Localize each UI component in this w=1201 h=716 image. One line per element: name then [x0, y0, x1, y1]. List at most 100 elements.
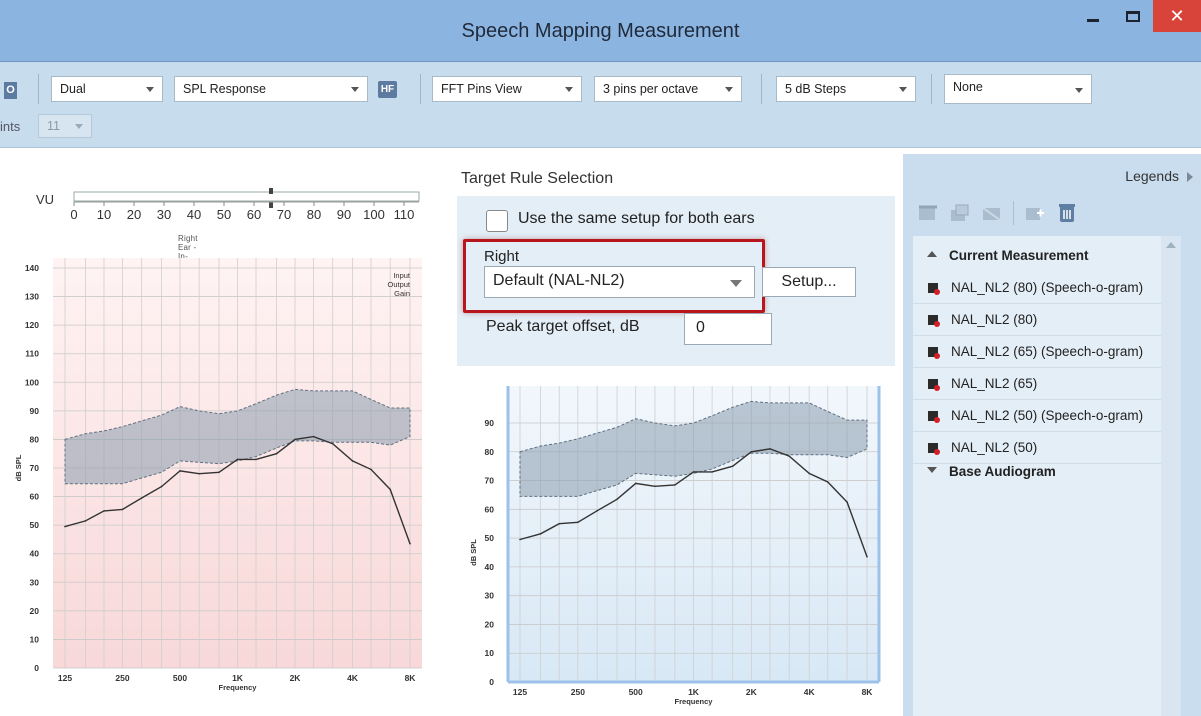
toolbar: O Dual SPL Response HF FFT Pins View 3 p… — [0, 62, 1201, 148]
chevron-down-icon — [351, 87, 359, 92]
vu-tick-label: 0 — [70, 207, 77, 222]
legend-item[interactable]: NAL_NL2 (65) (Speech-o-gram) — [913, 336, 1161, 368]
chart-legend-label: Input — [393, 271, 411, 280]
scroll-up-icon[interactable] — [1166, 242, 1176, 248]
y-tick-label: 50 — [30, 520, 40, 530]
mode-select[interactable]: Dual — [51, 76, 163, 102]
offset-label: Peak target offset, dB — [486, 318, 640, 335]
x-tick-label: 500 — [629, 687, 643, 697]
y-tick-label: 90 — [485, 418, 495, 428]
y-tick-label: 80 — [485, 447, 495, 457]
vu-scale: 0 10 20 30 40 50 60 70 80 90 100 110 — [70, 188, 420, 222]
response-select[interactable]: SPL Response — [174, 76, 368, 102]
legend-item[interactable]: NAL_NL2 (80) — [913, 304, 1161, 336]
output-point — [103, 510, 105, 512]
output-point — [351, 460, 354, 462]
pins-select[interactable]: 3 pins per octave — [594, 76, 742, 102]
legend-item-label: NAL_NL2 (80) — [951, 312, 1038, 327]
chart-legend-label: Gain — [394, 289, 410, 298]
measurement-icon — [927, 410, 941, 427]
output-point — [331, 442, 334, 445]
y-tick-label: 90 — [30, 406, 40, 416]
y-tick-label: 50 — [485, 533, 495, 543]
import-icon[interactable] — [1024, 202, 1046, 224]
y-tick-label: 140 — [25, 263, 39, 273]
maximize-button[interactable] — [1115, 0, 1151, 32]
output-point — [808, 472, 810, 475]
toolbar-divider — [420, 74, 421, 104]
offset-input[interactable]: 0 — [684, 313, 772, 345]
x-tick-label: 250 — [115, 673, 129, 683]
legend-toolbar-divider — [1013, 201, 1014, 225]
layer-alt-icon[interactable] — [981, 202, 1003, 224]
target-rule-select[interactable]: Default (NAL-NL2) — [484, 266, 755, 298]
y-tick-label: 10 — [30, 634, 40, 644]
chevron-right-icon[interactable] — [1187, 172, 1193, 182]
vu-label: VU — [36, 192, 55, 207]
group-base-audiogram[interactable]: Base Audiogram — [927, 464, 1056, 479]
output-point — [160, 485, 163, 488]
measurement-icon — [927, 282, 941, 299]
legend-item[interactable]: NAL_NL2 (50) — [913, 432, 1161, 464]
output-point — [711, 471, 713, 473]
output-point — [827, 481, 829, 483]
legends-title[interactable]: Legends — [1125, 168, 1179, 184]
y-tick-label: 60 — [485, 504, 495, 514]
extra-select[interactable]: None — [944, 74, 1092, 104]
y-tick-label: 0 — [489, 677, 494, 687]
y-axis-label: dB SPL — [469, 539, 478, 566]
view-select[interactable]: FFT Pins View — [432, 76, 582, 102]
legend-item[interactable]: NAL_NL2 (65) — [913, 368, 1161, 400]
same-setup-checkbox[interactable] — [486, 210, 508, 232]
window-title: Speech Mapping Measurement — [461, 20, 740, 42]
output-point — [64, 525, 66, 528]
maximize-icon — [1126, 10, 1140, 22]
output-point — [654, 485, 656, 488]
measurement-icon — [927, 378, 941, 395]
y-tick-label: 70 — [30, 463, 40, 473]
hf-badge-icon[interactable]: HF — [378, 81, 397, 98]
toolbar-divider — [38, 74, 39, 104]
output-point — [312, 435, 315, 438]
chevron-down-icon — [899, 87, 907, 92]
layer-add-icon[interactable] — [949, 202, 971, 224]
output-point — [255, 458, 257, 461]
legend-item[interactable]: NAL_NL2 (80) (Speech-o-gram) — [913, 272, 1161, 304]
minimize-button[interactable] — [1075, 0, 1111, 32]
same-setup-label[interactable]: Use the same setup for both ears — [518, 210, 755, 228]
output-point — [179, 470, 181, 472]
points-select[interactable]: 11 — [38, 114, 92, 138]
legend-list: Current Measurement NAL_NL2 (80) (Speech… — [913, 236, 1161, 716]
x-tick-label: 8K — [862, 687, 874, 697]
output-point — [389, 488, 392, 491]
y-tick-label: 100 — [25, 377, 39, 387]
y-tick-label: 0 — [34, 663, 39, 673]
setup-button[interactable]: Setup... — [762, 267, 856, 297]
cut-badge[interactable]: O — [4, 82, 17, 99]
legend-item[interactable]: NAL_NL2 (50) (Speech-o-gram) — [913, 400, 1161, 432]
legend-scrollbar[interactable] — [1161, 236, 1181, 716]
vu-tick-label: 50 — [217, 207, 231, 222]
y-tick-label: 120 — [25, 320, 39, 330]
target-rule-title: Target Rule Selection — [461, 170, 614, 187]
points-label: ints — [0, 119, 21, 134]
delete-icon[interactable] — [1056, 202, 1078, 224]
x-axis-label: Frequency — [675, 697, 714, 706]
output-point — [140, 497, 143, 499]
y-tick-label: 70 — [485, 476, 495, 486]
measurement-icon — [927, 314, 941, 331]
legend-item-label: NAL_NL2 (65) — [951, 376, 1038, 391]
output-point — [846, 501, 848, 503]
target-rule-box: Use the same setup for both ears Right D… — [457, 196, 895, 366]
chevron-down-icon — [725, 87, 733, 92]
chevron-down-icon — [146, 87, 154, 92]
x-tick-label: 4K — [804, 687, 816, 697]
group-current-measurement[interactable]: Current Measurement — [927, 248, 1089, 263]
layer-icon[interactable] — [917, 202, 939, 224]
chevron-down-icon — [565, 87, 573, 92]
output-point — [596, 510, 598, 512]
output-point — [198, 472, 200, 475]
steps-select[interactable]: 5 dB Steps — [776, 76, 916, 102]
close-button[interactable]: ✕ — [1153, 0, 1201, 32]
output-point — [409, 542, 411, 545]
